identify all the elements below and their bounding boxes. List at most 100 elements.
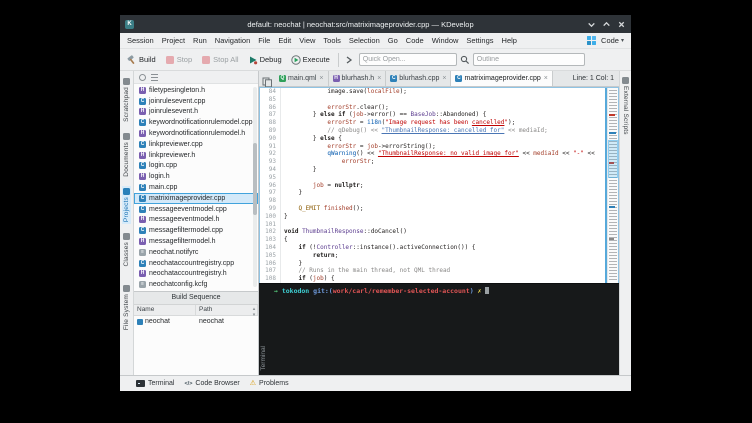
tree-item-neochatconfig-kcfg[interactable]: ≡ neochatconfig.kcfg <box>134 279 258 290</box>
area-switcher[interactable]: Code ▾ <box>601 36 624 45</box>
dock-tab-external-scripts[interactable]: External Scripts <box>621 75 630 137</box>
menu-item-help[interactable]: Help <box>498 36 521 45</box>
external-scripts-icon <box>622 77 629 84</box>
area-grid-icon[interactable] <box>587 36 597 45</box>
menu-item-code[interactable]: Code <box>402 36 428 45</box>
terminal-body[interactable]: → tokodon git:(work/carl/remember-select… <box>270 284 619 375</box>
code-line: } <box>284 212 288 220</box>
menu-item-project[interactable]: Project <box>158 36 189 45</box>
build-sequence-title: Build Sequence <box>134 292 258 305</box>
menu-item-selection[interactable]: Selection <box>345 36 384 45</box>
line-number: 102 <box>265 228 276 236</box>
dock-tab-projects[interactable]: Projects <box>122 185 131 224</box>
menu-item-edit[interactable]: Edit <box>274 36 295 45</box>
code-line: } <box>284 189 303 197</box>
close-icon[interactable] <box>617 20 626 29</box>
menu-item-navigation[interactable]: Navigation <box>211 36 254 45</box>
tree-item-messagefiltermodel-h[interactable]: Hmessagefiltermodel.h <box>134 236 258 247</box>
toolbar-overflow-chevron-icon[interactable] <box>344 55 354 65</box>
code-editor[interactable]: 84 85 86 87 88 89 90 91 92 93 94 95 96 97 98 99 100 101 10… <box>259 87 619 283</box>
menu-item-window[interactable]: Window <box>428 36 463 45</box>
menu-item-tools[interactable]: Tools <box>319 36 345 45</box>
outline-input[interactable] <box>472 53 585 66</box>
code-line: return; <box>312 251 339 259</box>
code-line: errorStr = i18n("Image request has been … <box>327 119 516 127</box>
tree-item-login-h[interactable]: Hlogin.h <box>134 171 258 182</box>
locate-file-icon[interactable] <box>139 73 146 81</box>
debug-icon <box>248 55 258 65</box>
file-type-icon: C <box>139 194 146 202</box>
tab-main-qml[interactable]: Qmain.qml × <box>275 71 329 86</box>
dock-tab-documents[interactable]: Documents <box>122 131 131 179</box>
column-header-path[interactable]: Path <box>196 305 258 315</box>
tree-item-joinrulesevent-h[interactable]: Hjoinrulesevent.h <box>134 107 258 118</box>
kdevelop-window: K default: neochat | neochat:src/matrixi… <box>120 15 631 391</box>
file-type-icon: H <box>332 75 340 82</box>
execute-button[interactable]: Execute <box>288 53 333 67</box>
tree-item-messageeventmodel-h[interactable]: Hmessageeventmodel.h <box>134 215 258 226</box>
line-number: 86 <box>268 103 276 111</box>
editor-minimap[interactable] <box>607 88 618 283</box>
dock-tab-classes[interactable]: Classes <box>122 231 131 269</box>
stop-icon <box>165 55 175 65</box>
debug-button[interactable]: Debug <box>245 53 285 67</box>
build-sequence-row[interactable]: neochat neochat <box>134 316 258 327</box>
tab-matriximageprovider-cpp[interactable]: Cmatriximageprovider.cpp × <box>451 71 553 86</box>
tree-item-neochat-notifyrc[interactable]: ≡ neochat.notifyrc <box>134 247 258 258</box>
dock-tab-file-system[interactable]: File System <box>122 283 131 332</box>
build-sequence-scrollbar[interactable]: ▴ ▾ <box>251 306 257 318</box>
close-tab-icon[interactable]: × <box>319 75 323 82</box>
title-bar[interactable]: K default: neochat | neochat:src/matrixi… <box>120 15 631 33</box>
line-number: 106 <box>265 259 276 267</box>
tree-item-linkpreviewer-cpp[interactable]: Clinkpreviewer.cpp <box>134 139 258 150</box>
stop-button[interactable]: Stop <box>162 53 195 67</box>
close-tab-icon[interactable]: × <box>544 75 548 82</box>
tab-blurhash-h[interactable]: Hblurhash.h × <box>329 71 387 86</box>
tree-item-joinrulesevent-cpp[interactable]: Cjoinrulesevent.cpp <box>134 96 258 107</box>
dock-tab-scratchpad[interactable]: Scratchpad <box>122 76 131 124</box>
column-header-name[interactable]: Name <box>134 305 196 315</box>
tree-item-linkpreviewer-h[interactable]: Hlinkpreviewer.h <box>134 150 258 161</box>
statusbar-problems-button[interactable]: Problems <box>250 380 289 388</box>
tree-item-messagefiltermodel-cpp[interactable]: Cmessagefiltermodel.cpp <box>134 225 258 236</box>
close-tab-icon[interactable]: × <box>377 75 381 82</box>
terminal-side-tab[interactable]: Terminal <box>260 346 267 371</box>
line-number: 104 <box>265 243 276 251</box>
tree-item-messageeventmodel-cpp[interactable]: Cmessageeventmodel.cpp <box>134 204 258 215</box>
project-tree-scrollbar[interactable] <box>253 87 257 287</box>
left-dock-strip: Scratchpad Documents Projects Classes File S… <box>120 71 134 375</box>
kdevelop-app-icon: K <box>125 19 134 29</box>
stop-all-button[interactable]: Stop All <box>198 53 241 67</box>
statusbar-code-browser-button[interactable]: Code Browser <box>184 380 239 387</box>
menu-item-settings[interactable]: Settings <box>462 36 497 45</box>
editor-code[interactable]: image.save(localFile); errorStr.clear();… <box>281 88 605 283</box>
tab-blurhash-cpp[interactable]: Cblurhash.cpp × <box>386 71 452 86</box>
code-line: if (!Controller::instance().activeConnec… <box>298 243 476 251</box>
menu-item-file[interactable]: File <box>254 36 274 45</box>
tree-item-neochataccountregistry-cpp[interactable]: Cneochataccountregistry.cpp <box>134 258 258 269</box>
tree-item-keywordnotificationrulemodel-cpp[interactable]: Ckeywordnotificationrulemodel.cpp <box>134 117 258 128</box>
tree-item-login-cpp[interactable]: Clogin.cpp <box>134 161 258 172</box>
statusbar-terminal-button[interactable]: Terminal <box>136 380 174 387</box>
close-tab-icon[interactable]: × <box>442 75 446 82</box>
build-button[interactable]: Build <box>124 53 159 67</box>
menu-item-run[interactable]: Run <box>189 36 211 45</box>
tree-item-keywordnotificationrulemodel-h[interactable]: Hkeywordnotificationrulemodel.h <box>134 128 258 139</box>
filter-list-icon[interactable] <box>151 73 158 81</box>
tree-item-neochataccountregistry-h[interactable]: Hneochataccountregistry.h <box>134 269 258 280</box>
minimize-icon[interactable] <box>587 20 596 29</box>
tree-item-matriximageprovider-cpp[interactable]: Cmatriximageprovider.cpp <box>134 192 258 204</box>
editor-gutter: 84 85 86 87 88 89 90 91 92 93 94 95 96 97 98 99 100 101 10… <box>260 88 281 283</box>
tree-item-filetypesingleton-h[interactable]: Hfiletypesingleton.h <box>134 85 258 96</box>
menu-item-go[interactable]: Go <box>384 36 402 45</box>
line-number: 101 <box>265 220 276 228</box>
maximize-icon[interactable] <box>602 20 611 29</box>
tree-item-main-cpp[interactable]: Cmain.cpp <box>134 182 258 193</box>
menu-item-view[interactable]: View <box>295 36 319 45</box>
menu-item-session[interactable]: Session <box>123 36 158 45</box>
document-list-icon[interactable] <box>262 74 272 87</box>
terminal-panel[interactable]: Terminal → tokodon git:(work/carl/rememb… <box>259 283 619 375</box>
line-number: 95 <box>268 173 276 181</box>
quick-open-input[interactable] <box>358 53 457 66</box>
build-icon <box>127 54 137 65</box>
